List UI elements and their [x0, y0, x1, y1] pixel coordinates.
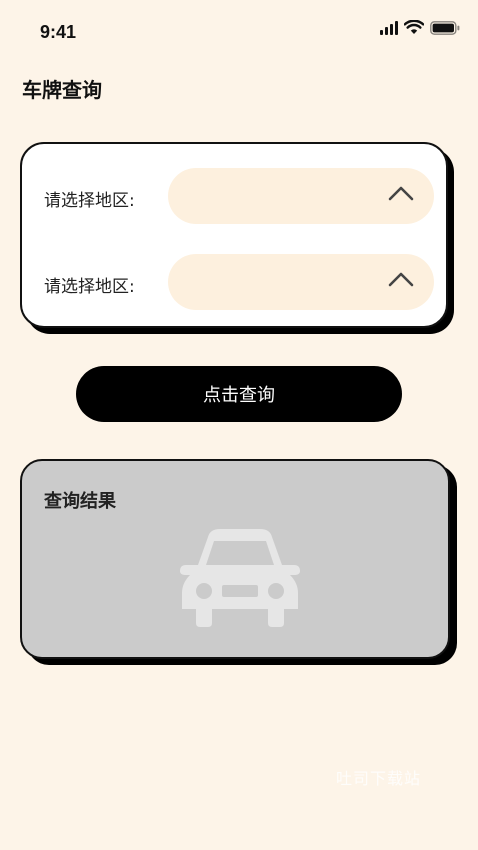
query-button[interactable]: 点击查询 — [76, 366, 402, 422]
page-title: 车牌查询 — [22, 78, 102, 102]
result-title: 查询结果 — [44, 491, 116, 512]
chevron-up-icon — [388, 186, 414, 201]
battery-icon — [430, 20, 460, 35]
status-icons — [380, 20, 460, 35]
car-icon — [180, 529, 300, 627]
watermark-text: 吐司下载站 — [336, 769, 422, 788]
region-label-2: 请选择地区: — [44, 277, 135, 297]
region-label-1: 请选择地区: — [44, 191, 135, 211]
region-select-1[interactable] — [168, 168, 434, 224]
wifi-icon — [404, 20, 424, 35]
status-time: 9:41 — [40, 22, 77, 42]
region-select-2[interactable] — [168, 254, 434, 310]
region-row-1: 请选择地区: — [22, 168, 446, 226]
region-row-2: 请选择地区: — [22, 254, 446, 312]
status-bar: 9:41 — [0, 0, 478, 56]
chevron-up-icon — [388, 272, 414, 287]
region-form-card: 请选择地区: 请选择地区: — [20, 142, 448, 328]
result-card: 查询结果 — [20, 459, 450, 659]
cellular-signal-icon — [380, 20, 398, 35]
